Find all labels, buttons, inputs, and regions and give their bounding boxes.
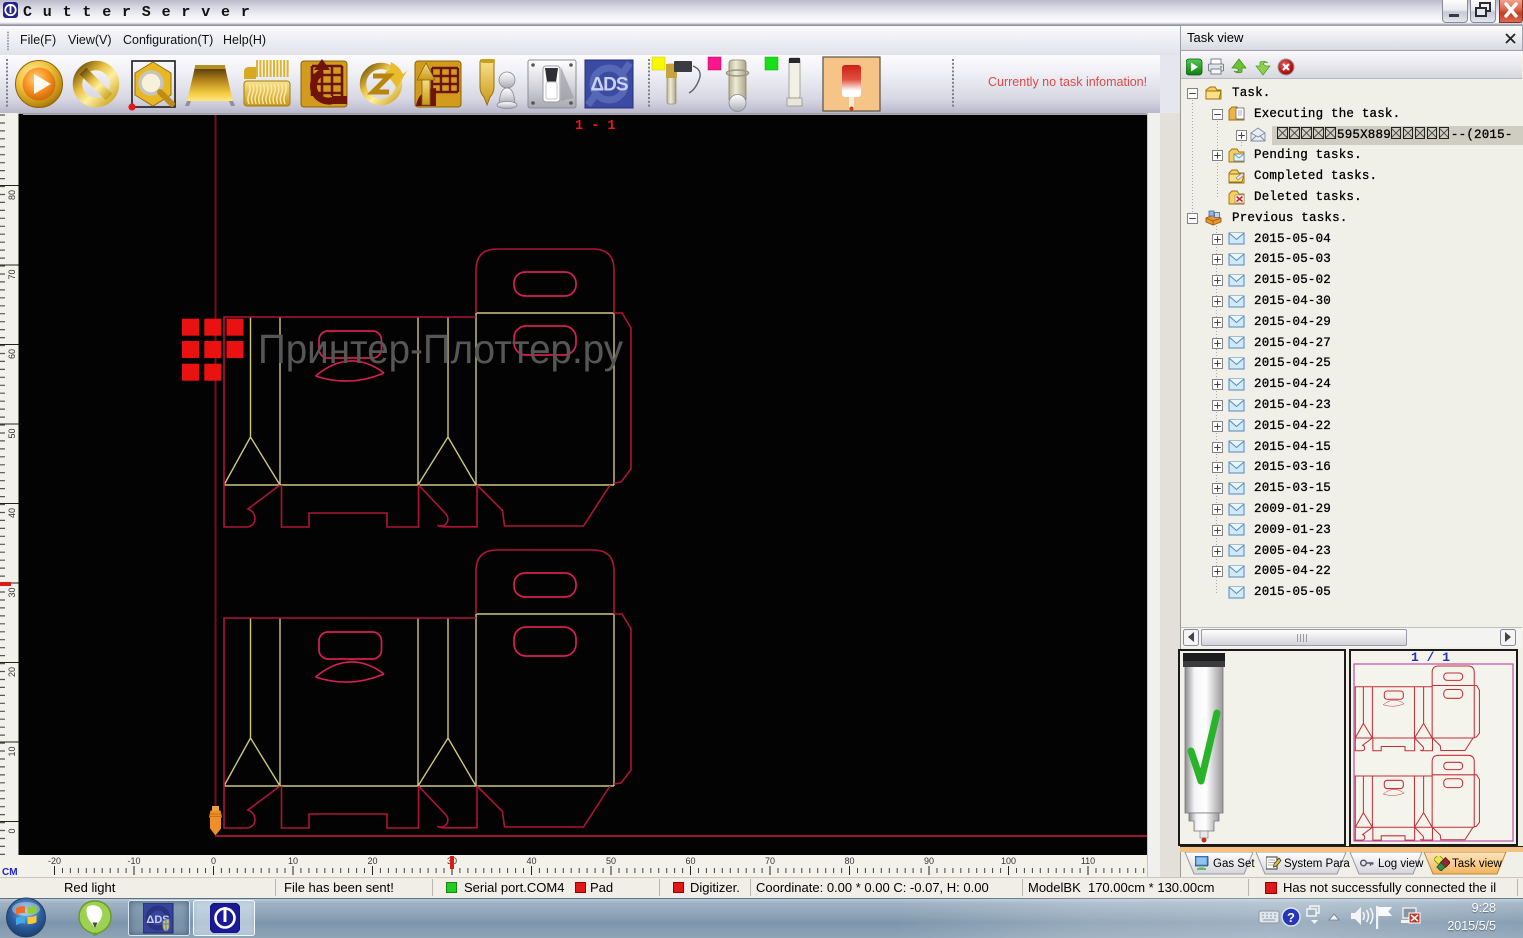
svg-text:90: 90 [924,856,934,866]
svg-text:40: 40 [526,856,536,866]
svg-text:50: 50 [606,856,616,866]
svg-text:10: 10 [288,856,298,866]
svg-text:Принтер-Плоттер.ру: Принтер-Плоттер.ру [258,326,623,372]
svg-text:110: 110 [1081,856,1095,866]
svg-text:80: 80 [844,856,854,866]
svg-text:-20: -20 [48,856,61,866]
svg-text:60: 60 [685,856,695,866]
svg-text:1 - 1: 1 - 1 [575,119,616,134]
svg-text:1 / 1: 1 / 1 [1411,651,1450,665]
svg-text:70: 70 [765,856,775,866]
svg-text:0: 0 [211,856,216,866]
svg-text:-10: -10 [127,856,140,866]
svg-text:?: ? [1287,910,1295,925]
svg-text:20: 20 [367,856,377,866]
svg-text:100: 100 [1001,856,1016,866]
